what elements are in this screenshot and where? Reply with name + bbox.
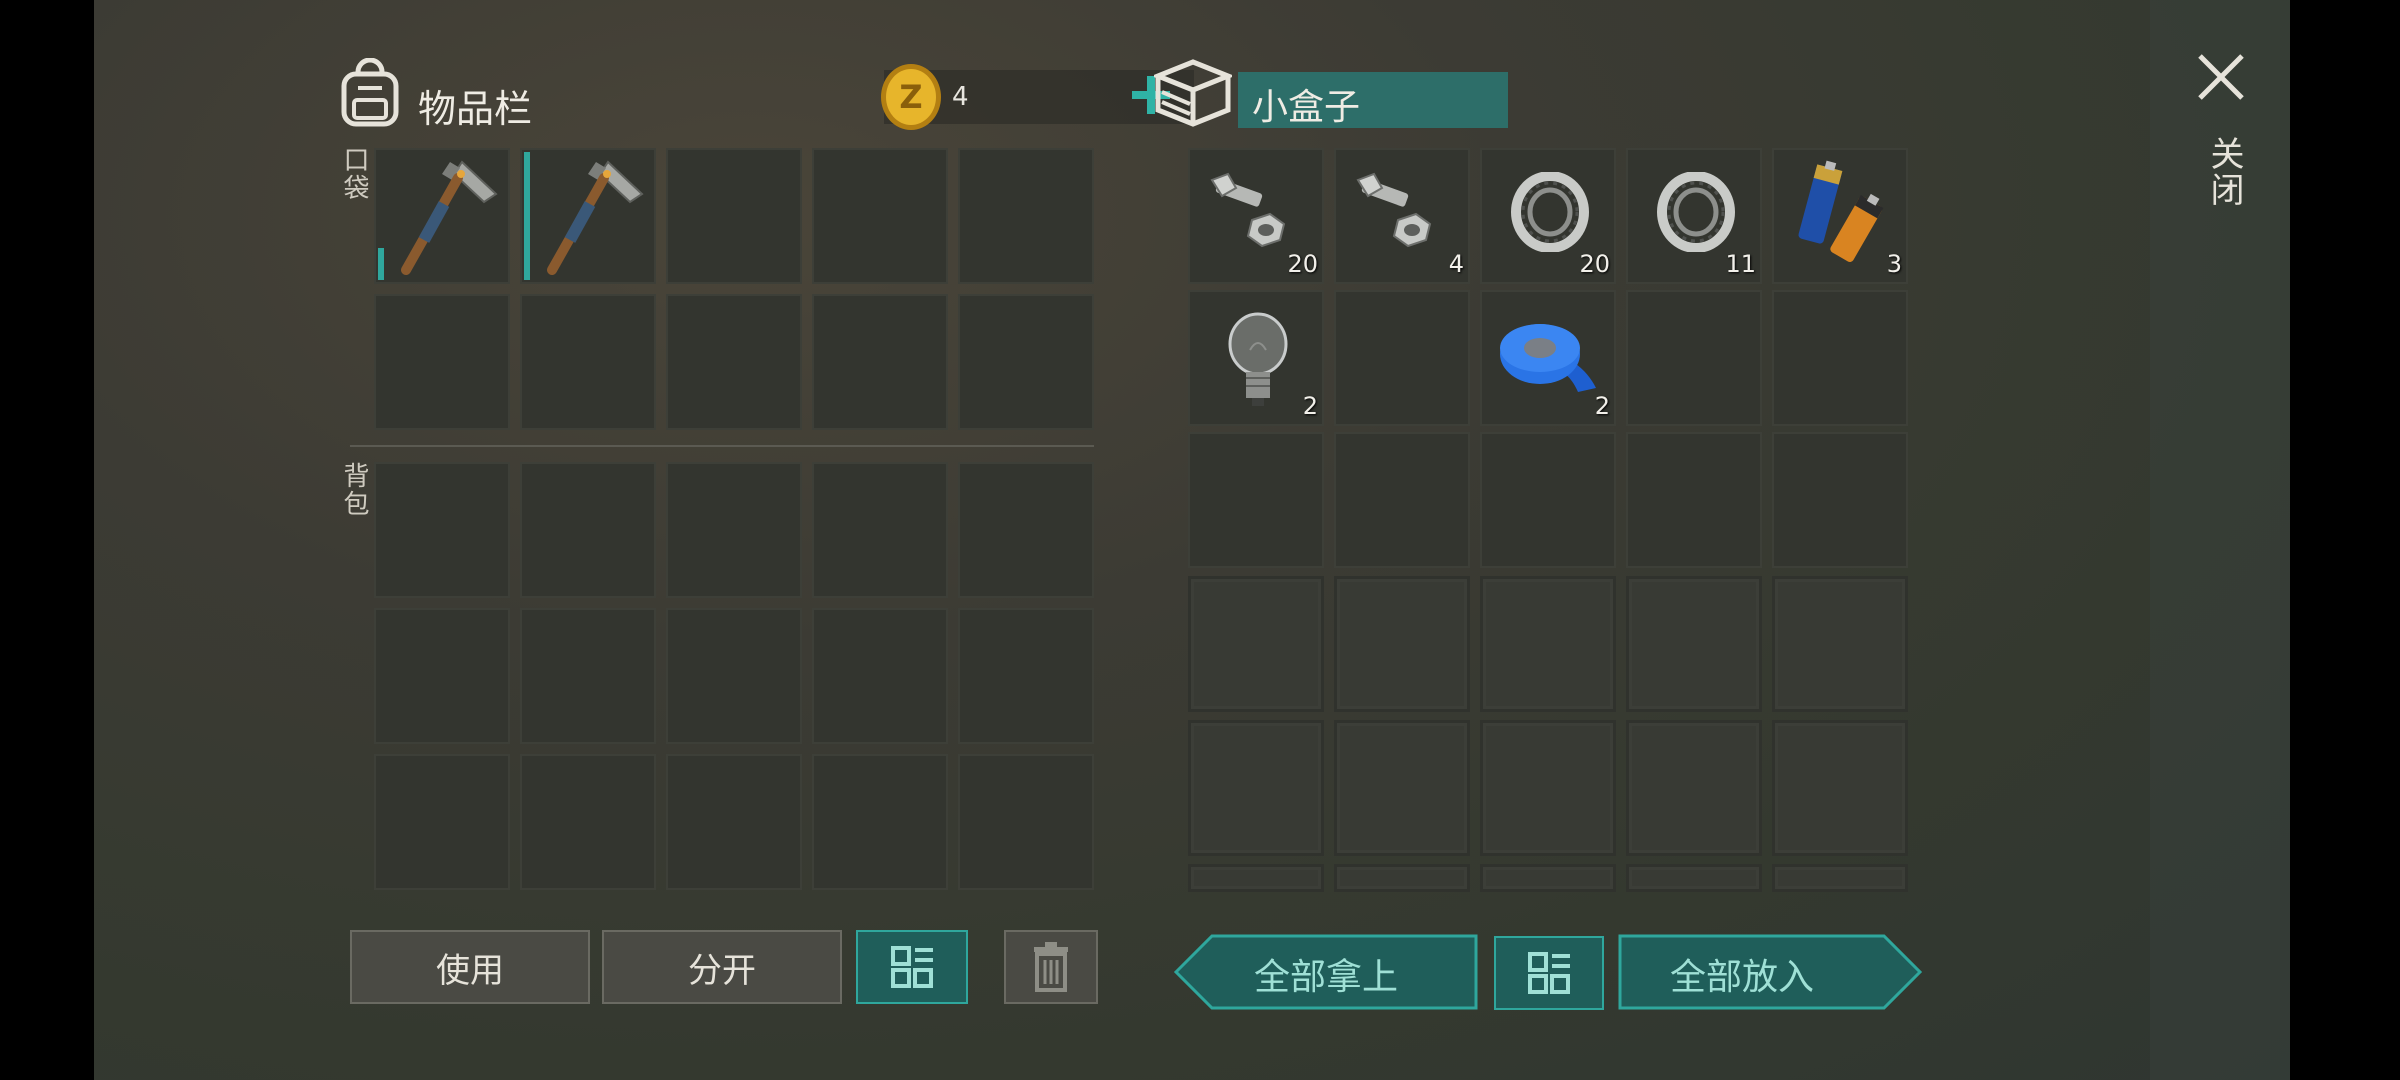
backpack-slot[interactable] — [520, 754, 656, 890]
locked-slot — [1334, 576, 1470, 712]
pocket-slot-1[interactable] — [374, 148, 510, 284]
coin-icon: Z — [878, 62, 944, 132]
put-all-label: 全部放入 — [1670, 957, 1815, 998]
locked-slot — [1772, 864, 1908, 892]
delete-button[interactable] — [1004, 930, 1098, 1004]
backpack-slot[interactable] — [374, 608, 510, 744]
backpack-slot[interactable] — [666, 462, 802, 598]
container-slot[interactable] — [1626, 432, 1762, 568]
pocket-slot-4[interactable] — [812, 148, 948, 284]
divider — [350, 445, 1094, 447]
container-slot-3[interactable]: 20 — [1480, 148, 1616, 284]
item-quantity: 3 — [1886, 250, 1902, 278]
box-icon — [1154, 58, 1232, 128]
container-slot[interactable] — [1334, 432, 1470, 568]
locked-slot — [1188, 720, 1324, 856]
pocket-slot-5[interactable] — [958, 148, 1094, 284]
pocket-slot-10[interactable] — [958, 294, 1094, 430]
container-slot[interactable] — [1480, 432, 1616, 568]
locked-slot — [1772, 576, 1908, 712]
take-all-button[interactable]: 全部拿上 — [1174, 934, 1478, 1010]
container-slot-7[interactable] — [1334, 290, 1470, 426]
put-all-button[interactable]: 全部放入 — [1618, 934, 1922, 1010]
close-icon[interactable] — [2196, 52, 2246, 102]
svg-text:Z: Z — [899, 78, 922, 116]
sort-container-button[interactable] — [1494, 936, 1604, 1010]
bearing-icon — [1656, 172, 1736, 252]
locked-slot — [1480, 720, 1616, 856]
container-slot-6[interactable]: 2 — [1188, 290, 1324, 426]
backpack-label: 背包 — [339, 462, 369, 518]
hammer-icon — [530, 152, 654, 280]
locked-slot — [1334, 720, 1470, 856]
lightbulb-icon — [1226, 310, 1290, 410]
close-label[interactable]: 关闭 — [2200, 136, 2249, 208]
backpack-icon — [336, 58, 404, 128]
backpack-slot[interactable] — [958, 462, 1094, 598]
container-slot-2[interactable]: 4 — [1334, 148, 1470, 284]
backpack-slot[interactable] — [666, 608, 802, 744]
game-screen: 物品栏 Z 4 口袋 背包 使用 分开 小盒子 20 4 20 11 3 2 2… — [94, 0, 2290, 1080]
bolts-icon — [1352, 172, 1442, 252]
item-quantity: 2 — [1302, 392, 1318, 420]
locked-slot — [1188, 576, 1324, 712]
trash-icon — [1030, 941, 1072, 993]
backpack-slot[interactable] — [812, 754, 948, 890]
locked-slot — [1626, 576, 1762, 712]
grid-sort-icon — [889, 944, 935, 990]
locked-slot — [1772, 720, 1908, 856]
container-slot-1[interactable]: 20 — [1188, 148, 1324, 284]
item-quantity: 4 — [1448, 250, 1464, 278]
item-quantity: 2 — [1594, 392, 1610, 420]
container-slot-5[interactable]: 3 — [1772, 148, 1908, 284]
container-slot-9[interactable] — [1626, 290, 1762, 426]
backpack-slot[interactable] — [812, 462, 948, 598]
bolts-icon — [1206, 172, 1296, 252]
backpack-slot[interactable] — [520, 462, 656, 598]
use-button[interactable]: 使用 — [350, 930, 590, 1004]
hammer-icon — [384, 152, 508, 280]
locked-slot — [1480, 576, 1616, 712]
backpack-slot[interactable] — [666, 754, 802, 890]
item-quantity: 11 — [1725, 250, 1756, 278]
pocket-label: 口袋 — [339, 146, 369, 202]
duct-tape-icon — [1496, 318, 1600, 396]
take-all-label: 全部拿上 — [1254, 957, 1399, 998]
grid-sort-icon — [1526, 950, 1572, 996]
backpack-slot[interactable] — [958, 754, 1094, 890]
container-slot-10[interactable] — [1772, 290, 1908, 426]
locked-slot — [1480, 864, 1616, 892]
backpack-slot[interactable] — [520, 608, 656, 744]
container-name-field[interactable]: 小盒子 — [1238, 72, 1508, 128]
locked-slot — [1188, 864, 1324, 892]
backpack-slot[interactable] — [374, 754, 510, 890]
container-slot-4[interactable]: 11 — [1626, 148, 1762, 284]
container-slot[interactable] — [1188, 432, 1324, 568]
backpack-slot[interactable] — [958, 608, 1094, 744]
pocket-slot-7[interactable] — [520, 294, 656, 430]
coin-count: 4 — [952, 82, 969, 112]
item-quantity: 20 — [1287, 250, 1318, 278]
container-title: 小盒子 — [1252, 87, 1361, 128]
sort-button[interactable] — [856, 930, 968, 1004]
locked-slot — [1626, 720, 1762, 856]
locked-slot — [1334, 864, 1470, 892]
pocket-slot-3[interactable] — [666, 148, 802, 284]
split-button[interactable]: 分开 — [602, 930, 842, 1004]
item-quantity: 20 — [1579, 250, 1610, 278]
bearing-icon — [1510, 172, 1590, 252]
pocket-slot-8[interactable] — [666, 294, 802, 430]
pocket-slot-6[interactable] — [374, 294, 510, 430]
backpack-slot[interactable] — [374, 462, 510, 598]
pocket-slot-2[interactable] — [520, 148, 656, 284]
backpack-slot[interactable] — [812, 608, 948, 744]
locked-slot — [1626, 864, 1762, 892]
container-slot[interactable] — [1772, 432, 1908, 568]
inventory-title: 物品栏 — [418, 87, 533, 131]
container-slot-8[interactable]: 2 — [1480, 290, 1616, 426]
pocket-slot-9[interactable] — [812, 294, 948, 430]
batteries-icon — [1788, 158, 1888, 270]
